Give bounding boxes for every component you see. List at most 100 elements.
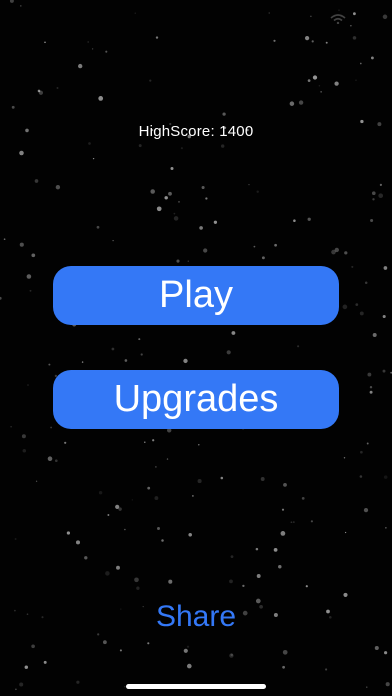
star <box>34 179 39 183</box>
star <box>84 556 88 560</box>
star <box>154 496 159 501</box>
star <box>338 9 340 11</box>
star <box>197 479 202 484</box>
star <box>37 89 41 93</box>
play-button[interactable]: Play <box>53 266 339 325</box>
star <box>192 495 194 497</box>
star <box>334 81 339 86</box>
star <box>325 668 328 671</box>
star <box>22 449 27 453</box>
star <box>274 243 277 247</box>
star <box>173 212 176 215</box>
star <box>384 651 388 655</box>
star <box>54 459 58 463</box>
star <box>24 665 29 669</box>
star <box>281 508 285 511</box>
star <box>3 238 6 241</box>
star <box>364 281 368 285</box>
star <box>118 507 122 511</box>
star <box>56 87 59 89</box>
star <box>14 538 17 540</box>
star <box>221 144 225 148</box>
star <box>334 247 339 253</box>
star <box>260 477 265 481</box>
star <box>20 5 22 7</box>
star <box>147 642 150 645</box>
star <box>76 680 80 684</box>
star <box>230 555 234 559</box>
star <box>170 166 174 171</box>
home-indicator[interactable] <box>126 684 266 689</box>
star <box>382 314 386 319</box>
star <box>293 219 296 222</box>
star <box>26 274 32 279</box>
star <box>298 100 304 105</box>
star <box>311 40 314 43</box>
star <box>242 584 245 588</box>
star <box>325 41 328 44</box>
star <box>343 457 346 459</box>
star <box>31 644 35 649</box>
star <box>369 385 373 389</box>
star <box>359 475 363 478</box>
star <box>186 663 192 669</box>
star <box>111 347 115 351</box>
star <box>134 577 139 583</box>
star <box>164 196 168 200</box>
star <box>255 547 259 551</box>
star <box>374 645 379 651</box>
star <box>382 14 388 20</box>
star <box>203 248 208 253</box>
star <box>318 84 321 87</box>
star <box>301 497 305 500</box>
star <box>156 206 162 212</box>
game-menu-screen: HighScore: 1400 Play Upgrades Share <box>0 0 392 696</box>
star <box>35 480 38 482</box>
star <box>320 91 322 93</box>
star <box>310 15 312 18</box>
star <box>351 265 354 268</box>
star <box>144 441 146 443</box>
star <box>81 361 84 363</box>
star <box>92 157 95 160</box>
star <box>366 442 369 445</box>
star <box>372 198 375 201</box>
star <box>371 191 376 196</box>
star <box>199 226 203 230</box>
star <box>359 62 362 65</box>
star <box>134 12 137 14</box>
star <box>105 571 110 576</box>
star <box>27 384 29 386</box>
star <box>344 531 347 534</box>
star <box>352 36 357 40</box>
star <box>10 426 12 428</box>
star <box>353 12 356 16</box>
star <box>157 527 160 530</box>
highscore-label: HighScore: 1400 <box>138 123 254 140</box>
star <box>64 441 67 444</box>
star <box>176 259 180 263</box>
star <box>29 289 32 292</box>
star <box>21 434 26 439</box>
share-button[interactable]: Share <box>0 600 392 634</box>
star <box>124 359 128 362</box>
star <box>75 540 81 545</box>
star <box>382 369 386 373</box>
star <box>343 592 348 597</box>
star <box>87 41 90 43</box>
upgrades-button[interactable]: Upgrades <box>53 370 339 429</box>
star <box>253 245 256 248</box>
star <box>290 521 293 524</box>
star <box>149 79 152 82</box>
star <box>359 311 364 316</box>
star <box>138 144 142 148</box>
star <box>289 101 295 106</box>
star <box>304 35 310 41</box>
star <box>186 645 190 648</box>
star <box>342 304 348 310</box>
star <box>105 50 108 53</box>
star <box>273 39 276 42</box>
star <box>385 527 387 529</box>
star <box>268 12 270 14</box>
star <box>283 482 287 487</box>
